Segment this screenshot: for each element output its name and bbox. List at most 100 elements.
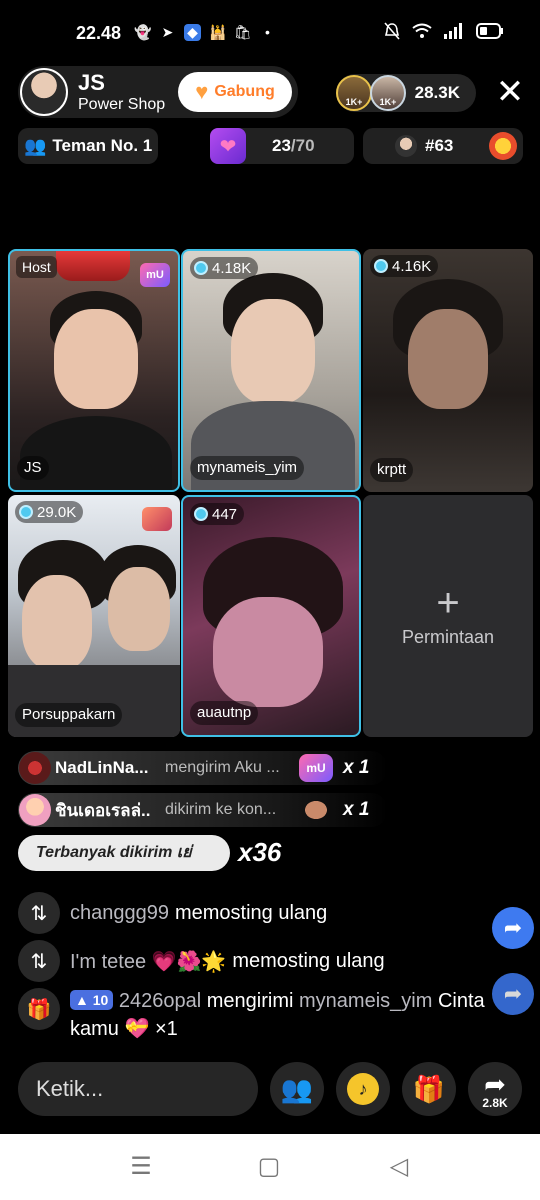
guest-tile[interactable]: 4.16K krptt xyxy=(363,249,533,492)
people-icon: 👥 xyxy=(24,135,47,156)
guest-tile[interactable]: 447 auautnp xyxy=(181,495,361,737)
telegram-icon: ➤ xyxy=(161,24,174,40)
crown-sticker-icon xyxy=(56,251,130,281)
gift-banner: ชินเดอเรลล่... dikirim ke kon... x 1 xyxy=(18,793,388,827)
guest-video xyxy=(231,299,315,404)
viewer-badge: 447 xyxy=(190,503,245,525)
top-viewer-avatar[interactable]: 1K+ xyxy=(336,75,372,111)
coin-percent-icon: ♪ xyxy=(347,1073,379,1105)
host-subtitle: Power Shop xyxy=(78,96,166,113)
top-sender-label: Terbanyak dikirim เย่ xyxy=(18,835,230,871)
request-tile[interactable]: + Permintaan xyxy=(363,495,533,737)
diamond-icon xyxy=(194,261,208,275)
sender-avatar xyxy=(19,794,51,826)
sender-name: ชินเดอเรลล่... xyxy=(55,800,151,820)
home-icon[interactable]: ▢ xyxy=(256,1154,282,1180)
slots-chip[interactable]: ❤ 23/70 xyxy=(210,128,354,164)
viewer-badge: 4.18K xyxy=(190,257,259,279)
heart-gift-icon: 💝 xyxy=(124,1018,150,1040)
join-label: Gabung xyxy=(214,83,275,100)
join-button[interactable]: ♥ Gabung xyxy=(178,72,292,112)
gift-action: dikirim ke kon... xyxy=(165,801,277,818)
mute-icon xyxy=(384,22,400,40)
chat-message: ⇅ I'm tetee 💗🌺🌟 memosting ulang xyxy=(18,940,508,982)
share-arrow-icon[interactable]: ➦ xyxy=(492,907,534,949)
diamond-icon xyxy=(19,505,33,519)
host-name: JS xyxy=(78,70,105,95)
guest-tile[interactable]: 29.0K Porsuppakarn xyxy=(8,495,180,737)
viewer-ranking[interactable]: 1K+ 1K+ 28.3K xyxy=(336,74,476,112)
friend-rank-chip[interactable]: 👥 Teman No. 1 xyxy=(18,128,158,164)
snapchat-icon: 👻 xyxy=(134,24,152,40)
gift-sender[interactable]: 2426opal xyxy=(119,990,201,1012)
guest-video xyxy=(22,575,92,670)
status-time: 22.48 xyxy=(76,23,122,43)
menu-icon[interactable]: ☰ xyxy=(128,1154,154,1180)
viewer-badge: 29.0K xyxy=(15,501,84,523)
app-icon: ◆ xyxy=(184,24,201,41)
request-label: Permintaan xyxy=(401,626,495,647)
promo-button[interactable]: ♪ xyxy=(336,1062,390,1116)
slots-count: 23/70 xyxy=(272,136,315,155)
repost-icon: ⇅ xyxy=(18,940,60,982)
rank-number: #63 xyxy=(425,136,454,155)
gift-icon: 🎁 xyxy=(412,1073,446,1104)
guest-name: Porsuppakarn xyxy=(15,703,123,727)
repost-icon: ⇅ xyxy=(18,892,60,934)
mosque-icon: 🕌 xyxy=(209,24,227,40)
viewer-count: 28.3K xyxy=(414,83,460,102)
gift-box-icon: 🎁 xyxy=(18,988,60,1030)
system-nav-bar: ☰ ▢ ◁ xyxy=(0,1134,540,1200)
top-viewer-avatar[interactable]: 1K+ xyxy=(370,75,406,111)
chat-message: ⇅ changgg99 memosting ulang xyxy=(18,892,508,934)
signal-icon xyxy=(444,23,462,39)
guest-name: mynameis_yim xyxy=(190,456,305,480)
guest-tile-host[interactable]: Host mU JS xyxy=(8,249,180,492)
level-badge: ▲ 10 xyxy=(70,990,114,1010)
guest-video xyxy=(213,597,323,707)
chat-text: memosting ulang xyxy=(232,949,385,972)
gift-count: x 1 xyxy=(343,757,370,778)
gift-msg-count: ×1 xyxy=(154,1018,178,1040)
sender-name: NadLinNa... xyxy=(55,758,149,777)
guest-name: auautnp xyxy=(190,701,259,725)
gift-action: mengirim Aku ... xyxy=(165,759,280,776)
guests-button[interactable]: 👥 xyxy=(270,1062,324,1116)
trophy-icon xyxy=(489,132,517,160)
battery-icon xyxy=(476,23,503,39)
guest-name: krptt xyxy=(370,458,414,482)
host-info[interactable]: JS Power Shop ♥ Gabung xyxy=(18,66,298,118)
mu-gift-icon: mU xyxy=(299,754,333,782)
people-icon: 👥 xyxy=(280,1073,314,1104)
shop-icon: 🛍 xyxy=(234,24,252,40)
ranking-chip[interactable]: #63 xyxy=(363,128,523,164)
gift-count: x 1 xyxy=(343,799,370,820)
capybara-gift-icon xyxy=(299,796,333,824)
guest-video xyxy=(54,309,138,409)
gift-recipient[interactable]: mynameis_yim xyxy=(299,990,432,1012)
host-avatar[interactable] xyxy=(20,68,68,116)
sender-avatar xyxy=(19,752,51,784)
diamond-icon xyxy=(374,259,388,273)
guest-name: JS xyxy=(17,456,49,480)
back-icon[interactable]: ◁ xyxy=(386,1154,412,1180)
host-label: Host xyxy=(16,256,57,278)
chat-text: memosting ulang xyxy=(174,901,328,924)
close-icon[interactable]: ✕ xyxy=(494,75,526,110)
guest-tile[interactable]: 4.18K mynameis_yim xyxy=(181,249,361,492)
mu-sticker-icon: mU xyxy=(140,263,170,287)
friend-rank-label: Teman No. 1 xyxy=(52,136,153,155)
ranking-avatar xyxy=(395,135,417,157)
top-sender-count: x36 xyxy=(238,837,282,867)
heart-sticker-icon xyxy=(142,507,172,531)
gift-chat-message: 🎁 ▲ 10 2426opal mengirimi mynameis_yim C… xyxy=(18,986,523,1046)
chat-user[interactable]: I'm tetee 💗🌺🌟 xyxy=(70,949,226,974)
share-arrow-icon[interactable]: ➦ xyxy=(492,973,534,1015)
comment-input[interactable]: Ketik... xyxy=(18,1062,258,1116)
gem-icon: ❤ xyxy=(210,128,246,164)
gift-button[interactable]: 🎁 xyxy=(402,1062,456,1116)
share-button[interactable]: ➦ 2.8K xyxy=(468,1062,522,1116)
chat-user[interactable]: changgg99 xyxy=(70,902,169,925)
share-icon: ➦ xyxy=(484,1068,506,1099)
heart-plus-icon: ♥ xyxy=(195,79,209,104)
